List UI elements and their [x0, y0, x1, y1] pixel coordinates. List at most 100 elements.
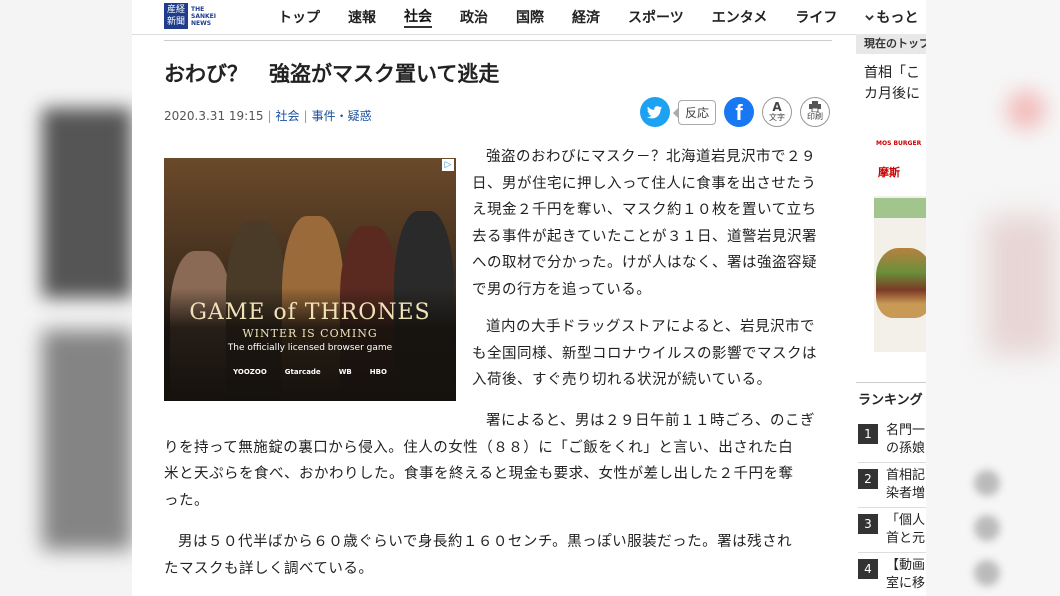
divider: [858, 462, 926, 463]
nav-item-more[interactable]: もっと: [865, 7, 918, 27]
text-line: への取材で分かった。けが人はなく、署は強盗容疑: [472, 255, 817, 271]
logo-text: THE SANKEI NEWS: [191, 5, 216, 27]
text-line: 強盗のおわびにマスク－？北海道岩見沢市で２９: [486, 149, 816, 165]
print-button[interactable]: 印刷: [800, 97, 831, 127]
blurred-shape: [974, 470, 1000, 496]
ranking-text: 「個人 首と元: [886, 513, 926, 546]
ad-logo: GAME of THRONES WINTER IS COMING The off…: [164, 300, 456, 353]
right-sidebar: 現在のトップ 首相「こ カ月後に MOS BURGER 摩斯 ランキング 1 名…: [856, 34, 926, 596]
ranking-number: 2: [858, 469, 878, 489]
divider: [858, 552, 926, 553]
sidebar-news-link[interactable]: 首相「こ カ月後に: [856, 63, 926, 105]
nav-item-international[interactable]: 国際: [516, 7, 544, 27]
text-line: え現金２千円を奪い、マスク約１０枚を置いて立ち: [472, 202, 817, 218]
text-line: も全国同様、新型コロナウイルスの影響でマスクは: [472, 345, 817, 362]
ranking-item[interactable]: 3 「個人 首と元: [858, 512, 926, 548]
nav-item-politics[interactable]: 政治: [460, 7, 488, 27]
text-line: で男の行方を追っている。: [472, 281, 652, 298]
article-paragraph: 強盗のおわびにマスク－？北海道岩見沢市で２９ 日、男が住宅に押し入って住人に食事…: [472, 144, 832, 303]
site-logo[interactable]: 産経新聞 THE SANKEI NEWS: [164, 3, 219, 29]
article-date: 2020.3.31 19:15: [164, 109, 264, 123]
ranking-number: 3: [858, 514, 878, 534]
blurred-shape: [986, 215, 1056, 355]
sponsor-logo: HBO: [369, 368, 387, 376]
ad-info-icon[interactable]: ▷: [442, 159, 454, 171]
divider: [858, 507, 926, 508]
separator: |: [267, 109, 272, 123]
subcategory-link[interactable]: 事件・疑惑: [312, 109, 372, 123]
article-paragraph: 署によると、男は２９日午前１１時ごろ、のこぎ りを持って無施錠の裏口から侵入。住…: [164, 408, 832, 514]
sidebar-ad[interactable]: MOS BURGER 摩斯: [874, 138, 926, 352]
ad-subtitle: The officially licensed browser game: [227, 343, 393, 353]
ranking-item[interactable]: 1 名門一 の孫娘: [858, 422, 926, 458]
ranking-item[interactable]: 2 首相記 染者増: [858, 467, 926, 503]
nav-more-label: もっと: [876, 10, 919, 26]
sponsor-logo: YOOZOO: [233, 368, 267, 376]
site-header: 産経新聞 THE SANKEI NEWS トップ 速報 社会 政治 国際 経済 …: [132, 0, 926, 35]
divider: [164, 40, 832, 41]
text-line: った。: [164, 492, 209, 509]
text-line: 日、男が住宅に押し入って住人に食事を出させたう: [472, 175, 817, 192]
text-line: 去る事件が起きていたことが３１日、道警岩見沢署: [472, 228, 817, 245]
font-size-icon: A: [772, 100, 782, 114]
article-meta: 2020.3.31 19:15 | 社会 | 事件・疑惑: [164, 107, 372, 124]
ranking-text: 首相記 染者増: [886, 468, 926, 501]
chevron-down-icon: [865, 14, 875, 21]
font-size-button[interactable]: A 文字: [762, 97, 793, 127]
ranking-item[interactable]: 4 【動画 室に移: [858, 557, 926, 593]
separator: |: [303, 109, 308, 123]
advertisement[interactable]: ▷ GAME of THRONES WINTER IS COMING The o…: [164, 158, 456, 401]
ad-brand: MOS BURGER: [876, 140, 922, 147]
blurred-shape: [42, 108, 132, 298]
ranking-number: 1: [858, 424, 878, 444]
twitter-bird-icon: [647, 106, 662, 119]
reaction-button[interactable]: 反応: [672, 99, 717, 125]
ranking-text: 【動画 室に移: [886, 558, 926, 591]
share-toolbar: 反応 f A 文字 印刷: [640, 97, 831, 127]
nav-item-economy[interactable]: 経済: [572, 7, 600, 27]
printer-icon: [809, 101, 822, 112]
burger-image: [876, 248, 926, 318]
ad-tagline: WINTER IS COMING: [242, 327, 378, 340]
text-line: 入荷後、すぐ売り切れる状況が続いている。: [472, 372, 772, 388]
sponsor-logo: Gtarcade: [284, 368, 321, 376]
text-line: 男は５０代半ばから６０歳ぐらいで身長約１６０センチ。黒っぽい服装だった。署は残さ…: [178, 534, 793, 550]
ad-decoration: [874, 198, 926, 218]
article-paragraph: 男は５０代半ばから６０歳ぐらいで身長約１６０センチ。黒っぽい服装だった。署は残さ…: [164, 529, 832, 582]
text-line: 道内の大手ドラッグストアによると、岩見沢市で: [486, 319, 815, 335]
twitter-icon[interactable]: [640, 97, 670, 127]
ranking-number: 4: [858, 559, 878, 579]
nav-item-entertainment[interactable]: エンタメ: [712, 7, 768, 27]
blurred-shape: [42, 330, 132, 550]
article-paragraph: 道内の大手ドラッグストアによると、岩見沢市で も全国同様、新型コロナウイルスの影…: [472, 314, 832, 394]
text-line: たマスクも詳しく調べている。: [164, 560, 374, 577]
blurred-shape: [974, 515, 1000, 541]
right-background: [926, 0, 1060, 596]
logo-mark: 産経新聞: [164, 3, 188, 29]
sidebar-header: 現在のトップ: [856, 34, 926, 54]
sponsor-logo: WB: [338, 368, 352, 376]
nav-item-breaking[interactable]: 速報: [348, 7, 376, 27]
ad-brand-text: 摩斯: [878, 166, 900, 179]
blurred-shape: [974, 560, 1000, 586]
print-label: 印刷: [807, 112, 824, 121]
left-background: [0, 0, 132, 596]
ranking-text: 名門一 の孫娘: [886, 423, 926, 456]
facebook-icon[interactable]: f: [724, 97, 755, 127]
nav-item-life[interactable]: ライフ: [795, 7, 837, 27]
nav-item-top[interactable]: トップ: [278, 7, 320, 27]
main-nav: トップ 速報 社会 政治 国際 経済 スポーツ エンタメ ライフ もっと: [278, 0, 946, 34]
text-line: 署によると、男は２９日午前１１時ごろ、のこぎ: [486, 413, 815, 429]
ad-banner: MOS BURGER 摩斯: [874, 138, 926, 196]
category-link[interactable]: 社会: [276, 109, 300, 123]
text-line: りを持って無施錠の裏口から侵入。住人の女性（８８）に「ご飯をくれ」と言い、出され…: [164, 439, 794, 456]
nav-item-society[interactable]: 社会: [404, 6, 432, 28]
nav-item-sports[interactable]: スポーツ: [628, 7, 684, 27]
ad-sponsors: YOOZOO Gtarcade WB HBO: [164, 368, 456, 376]
text-line: 米と天ぷらを食べ、おかわりした。食事を終えると現金も要求、女性が差し出した２千円…: [164, 466, 794, 482]
blurred-shape: [1006, 90, 1046, 130]
article-title: おわび？ 強盗がマスク置いて逃走: [164, 62, 500, 86]
font-size-label: 文字: [769, 113, 786, 122]
ad-title: GAME of THRONES: [189, 300, 431, 325]
ranking-header: ランキング: [856, 382, 926, 408]
